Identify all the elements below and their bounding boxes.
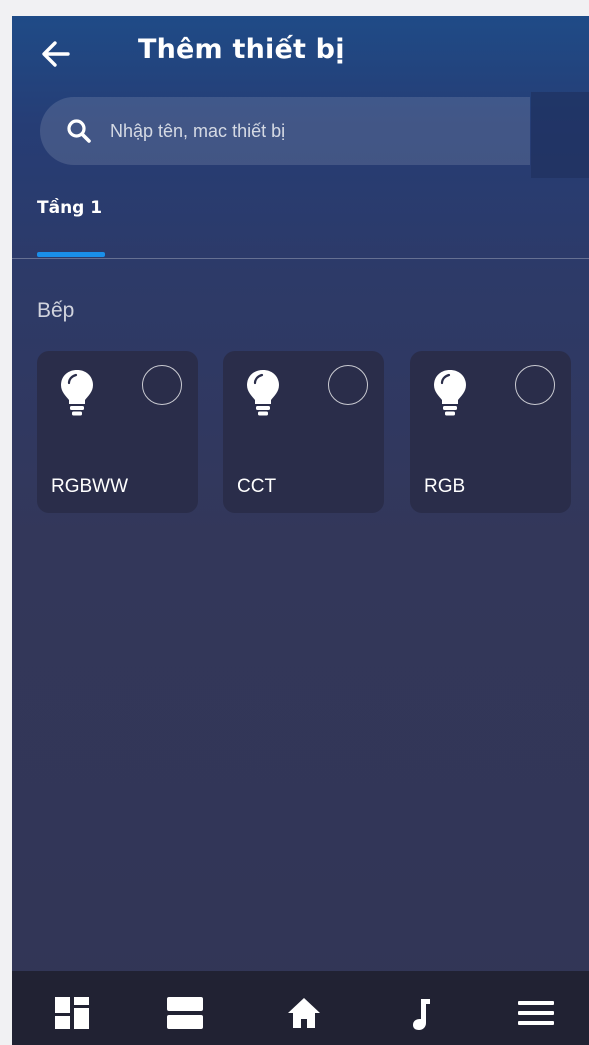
arrow-left-icon: [42, 41, 70, 67]
nav-dashboard[interactable]: [52, 993, 92, 1033]
page-title: Thêm thiết bị: [138, 34, 345, 65]
tab-divider: [12, 258, 589, 259]
nav-menu[interactable]: [516, 993, 556, 1033]
lightbulb-icon: [61, 370, 93, 416]
search-bar[interactable]: [40, 97, 530, 165]
back-button[interactable]: [38, 36, 74, 72]
app-screen: Thêm thiết bị Tầng 1 Bếp RGBWW CCT: [12, 16, 589, 1045]
nav-home[interactable]: [284, 993, 324, 1033]
menu-icon: [518, 1001, 554, 1025]
device-name: RGBWW: [51, 476, 129, 497]
search-icon: [67, 119, 91, 143]
device-card-cct[interactable]: CCT: [223, 351, 384, 513]
lightbulb-icon: [247, 370, 279, 416]
home-icon: [288, 998, 320, 1028]
select-radio[interactable]: [515, 365, 555, 405]
select-radio[interactable]: [142, 365, 182, 405]
lightbulb-icon: [434, 370, 466, 416]
select-radio[interactable]: [328, 365, 368, 405]
device-name: CCT: [237, 476, 277, 497]
scenes-icon: [167, 997, 203, 1029]
bottom-nav: [12, 971, 589, 1045]
device-card-rgbww[interactable]: RGBWW: [37, 351, 198, 513]
device-card-rgb[interactable]: RGB: [410, 351, 571, 513]
section-title: Bếp: [37, 299, 75, 322]
nav-scenes[interactable]: [165, 993, 205, 1033]
tab-active-indicator: [37, 252, 105, 257]
device-name: RGB: [424, 476, 466, 497]
search-edge: [531, 92, 589, 178]
search-input[interactable]: [108, 119, 492, 143]
dashboard-icon: [55, 997, 89, 1029]
nav-music[interactable]: [403, 993, 443, 1033]
header: Thêm thiết bị: [12, 16, 589, 96]
tab-floor-1[interactable]: Tầng 1: [37, 198, 102, 218]
music-icon: [413, 999, 430, 1030]
